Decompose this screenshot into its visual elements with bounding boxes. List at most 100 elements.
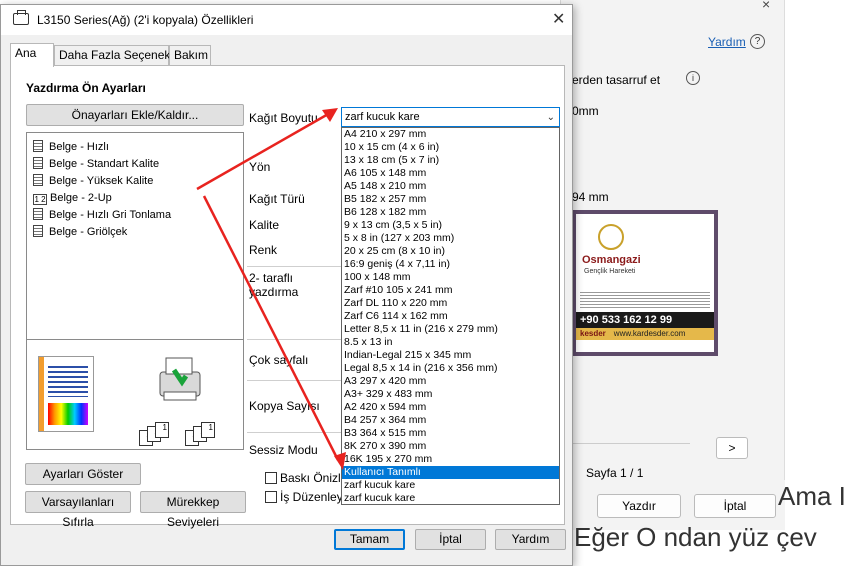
paper-size-option[interactable]: A3 297 x 420 mm — [342, 375, 559, 388]
printer-properties-dialog: L3150 Series(Ağ) (2'i kopyala) Özellikle… — [0, 4, 573, 566]
background-save-text: erden tasarruf et — [572, 73, 661, 87]
preset-item-fast-gray[interactable]: Belge - Hızlı Gri Tonlama — [33, 207, 171, 223]
preset-item-2up[interactable]: 1 2 Belge - 2-Up — [33, 190, 112, 206]
paper-size-label: Kağıt Boyutu — [249, 111, 318, 125]
card-phone: +90 533 162 12 99 — [576, 312, 714, 328]
paper-size-option[interactable]: 5 x 8 in (127 x 203 mm) — [342, 232, 559, 245]
reset-defaults-button[interactable]: Varsayılanları Sıfırla — [25, 491, 131, 529]
card-logo-text: Osmangazi — [582, 254, 641, 266]
card-web: www.kardesder.com — [613, 329, 686, 338]
preset-label: Belge - 2-Up — [50, 192, 112, 204]
paper-size-option[interactable]: Kullanıcı Tanımlı — [342, 466, 559, 479]
background-print-button[interactable]: Yazdır — [597, 494, 681, 518]
printer-icon — [13, 10, 29, 25]
paper-size-option[interactable]: 9 x 13 cm (3,5 x 5 in) — [342, 219, 559, 232]
paper-size-option[interactable]: 100 x 148 mm — [342, 271, 559, 284]
document-icon — [33, 225, 43, 237]
paper-size-option[interactable]: Legal 8,5 x 14 in (216 x 356 mm) — [342, 362, 559, 375]
background-edge — [784, 0, 785, 480]
paper-size-option[interactable]: 13 x 18 cm (5 x 7 in) — [342, 154, 559, 167]
paper-size-option[interactable]: 20 x 25 cm (8 x 10 in) — [342, 245, 559, 258]
card-text-lines — [580, 290, 710, 308]
card-brand: kesder — [580, 329, 606, 338]
paper-size-option[interactable]: 8K 270 x 390 mm — [342, 440, 559, 453]
tab-maintenance[interactable]: Bakım — [169, 45, 211, 66]
paper-size-option[interactable]: B5 182 x 257 mm — [342, 193, 559, 206]
preset-divider — [27, 339, 243, 340]
dialog-title: L3150 Series(Ağ) (2'i kopyala) Özellikle… — [37, 13, 254, 27]
background-help-link[interactable]: Yardım — [708, 35, 746, 49]
close-icon[interactable]: ✕ — [552, 9, 565, 29]
dialog-titlebar[interactable]: L3150 Series(Ağ) (2'i kopyala) Özellikle… — [1, 5, 572, 35]
paper-size-option[interactable]: 16:9 geniş (4 x 7,11 in) — [342, 258, 559, 271]
paper-size-option[interactable]: A6 105 x 148 mm — [342, 167, 559, 180]
tab-main[interactable]: Ana — [10, 43, 54, 67]
paper-size-option[interactable]: A3+ 329 x 483 mm — [342, 388, 559, 401]
paper-type-label: Kağıt Türü — [249, 192, 305, 206]
paper-size-option[interactable]: zarf kucuk karе — [342, 479, 559, 492]
paper-size-option[interactable]: Letter 8,5 x 11 in (216 x 279 mm) — [342, 323, 559, 336]
paper-size-selected: zarf kucuk kare — [345, 111, 420, 123]
add-remove-presets-button[interactable]: Önayarları Ekle/Kaldır... — [26, 104, 244, 126]
background-document-text-1: Ama I — [778, 481, 845, 511]
paper-size-option[interactable]: A5 148 x 210 mm — [342, 180, 559, 193]
show-settings-button[interactable]: Ayarları Göster — [25, 463, 141, 485]
paper-size-option[interactable]: Zarf DL 110 x 220 mm — [342, 297, 559, 310]
preset-label: Belge - Yüksek Kalite — [49, 175, 154, 187]
preset-item-high[interactable]: Belge - Yüksek Kalite — [33, 173, 153, 189]
page-rainbow — [48, 403, 88, 425]
printer-illustration-icon — [159, 357, 201, 401]
paper-size-option[interactable]: 16K 195 x 270 mm — [342, 453, 559, 466]
copies-collated-icon: 3 2 1 — [139, 422, 173, 446]
help-button[interactable]: Yardım — [495, 529, 566, 550]
section-divider — [247, 266, 343, 267]
preset-label: Belge - Standart Kalite — [49, 158, 160, 170]
section-divider — [247, 380, 343, 381]
next-page-button[interactable]: > — [716, 437, 748, 459]
paper-size-select[interactable]: zarf kucuk kare ⌄ — [341, 107, 560, 127]
background-document-text-2: Eğer O ndan yüz çev — [574, 522, 817, 552]
ink-levels-button[interactable]: Mürekkep Seviyeleri — [140, 491, 246, 529]
paper-size-option[interactable]: B3 364 x 515 mm — [342, 427, 559, 440]
paper-size-option[interactable]: Indian-Legal 215 x 345 mm — [342, 349, 559, 362]
preset-item-standard[interactable]: Belge - Standart Kalite — [33, 156, 159, 172]
paper-size-option[interactable]: Zarf C6 114 x 162 mm — [342, 310, 559, 323]
quality-label: Kalite — [249, 218, 280, 232]
page-text-lines — [48, 363, 88, 397]
duplex-label: 2- taraflı — [249, 271, 294, 285]
duplex-label-2: yazdırma — [249, 285, 299, 299]
paper-size-option[interactable]: 10 x 15 cm (4 x 6 in) — [342, 141, 559, 154]
cancel-button[interactable]: İptal — [415, 529, 486, 550]
background-close-icon[interactable]: × — [762, 0, 770, 12]
paper-size-option[interactable]: 8.5 x 13 in — [342, 336, 559, 349]
preset-item-fast[interactable]: Belge - Hızlı — [33, 139, 109, 155]
document-icon — [33, 157, 43, 169]
preset-label: Belge - Hızlı Gri Tonlama — [49, 209, 172, 221]
paper-size-option[interactable]: B4 257 x 364 mm — [342, 414, 559, 427]
orientation-label: Yön — [249, 160, 271, 174]
preset-item-grayscale[interactable]: Belge - Griölçek — [33, 224, 127, 240]
copy-sheet: 1 — [201, 422, 215, 438]
paper-size-option[interactable]: Zarf #10 105 x 241 mm — [342, 284, 559, 297]
preset-label: Belge - Hızlı — [49, 141, 109, 153]
main-tab-panel: Yazdırma Ön Ayarları Önayarları Ekle/Kal… — [10, 65, 565, 529]
copies-label: Kopya Sayısı — [249, 399, 320, 413]
paper-size-option[interactable]: B6 128 x 182 mm — [342, 206, 559, 219]
section-divider — [247, 339, 343, 340]
help-question-icon[interactable]: ? — [750, 34, 765, 49]
multi-page-label: Çok sayfalı — [249, 353, 309, 367]
background-cancel-button[interactable]: İptal — [694, 494, 776, 518]
paper-size-option[interactable]: zarf kucuk kare — [342, 492, 559, 504]
card-logo-subtext: Gençlik Hareketi — [584, 268, 636, 275]
checkbox-box[interactable] — [265, 472, 277, 484]
info-icon[interactable]: i — [686, 71, 700, 85]
document-icon — [33, 174, 43, 186]
card-web-strip: kesder www.kardesder.com — [576, 328, 714, 340]
tab-more-options[interactable]: Daha Fazla Seçenek — [54, 45, 170, 66]
paper-size-option[interactable]: A4 210 x 297 mm — [342, 128, 559, 141]
chevron-down-icon: ⌄ — [546, 112, 555, 123]
page-color-bar — [39, 357, 44, 431]
checkbox-box[interactable] — [265, 491, 277, 503]
paper-size-option[interactable]: A2 420 x 594 mm — [342, 401, 559, 414]
ok-button[interactable]: Tamam — [334, 529, 405, 550]
